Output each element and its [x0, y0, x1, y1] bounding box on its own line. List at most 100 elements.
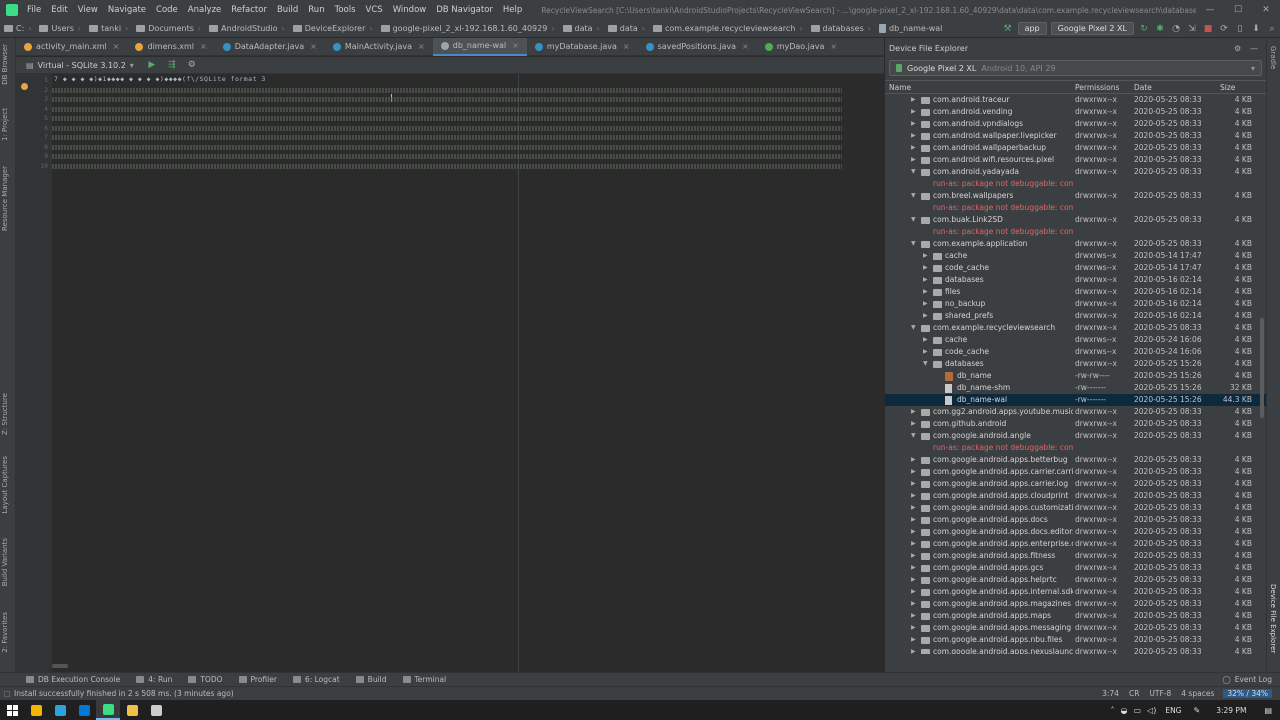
file-row[interactable]: ▶ com.google.android.apps.nbu.files drwxrw… [885, 634, 1266, 646]
breadcrumb-item[interactable]: google-pixel_2_xl-192.168.1.60_40929 › [377, 24, 559, 33]
tab-db-name-wal[interactable]: db_name-wal × [432, 37, 527, 56]
breadcrumb-item[interactable]: com.example.recycleviewsearch › [649, 24, 807, 33]
chevron-down-icon[interactable]: ▼ [911, 432, 916, 439]
file-row[interactable]: ▶ com.google.android.apps.internal.sdkext… [885, 586, 1266, 598]
file-row[interactable]: ▶ com.google.android.apps.maps drwxrwx--x 2… [885, 610, 1266, 622]
battery-icon[interactable]: ▭ [1130, 706, 1144, 715]
tool-window-db-execution-console[interactable]: DB Execution Console [18, 675, 128, 684]
chevron-right-icon[interactable]: ▶ [911, 408, 916, 415]
close-icon[interactable]: × [512, 41, 519, 50]
error-row[interactable]: run-as: package not debuggable: com.g [885, 442, 1266, 454]
debug-icon[interactable]: ✱ [1152, 22, 1168, 36]
chevron-down-icon[interactable]: ▼ [911, 324, 916, 331]
menu-build[interactable]: Build [272, 5, 303, 15]
close-icon[interactable]: × [418, 42, 425, 51]
tool-window-todo[interactable]: TODO [180, 675, 230, 684]
menu-refactor[interactable]: Refactor [226, 5, 272, 15]
maximize-button[interactable]: ☐ [1224, 5, 1252, 15]
chevron-right-icon[interactable]: ▶ [911, 612, 916, 619]
file-row[interactable]: ▶ shared_prefs drwxrwx--x 2020-05-16 02:14 4… [885, 310, 1266, 322]
breadcrumb-item[interactable]: databases › [807, 24, 875, 33]
connection-select[interactable]: ▤ Virtual - SQLite 3.10.2 ▾ [22, 61, 138, 70]
file-row[interactable]: ▶ cache drwxrws--x 2020-05-14 17:47 4 KB [885, 250, 1266, 262]
explain-plan-icon[interactable]: ⚙ [184, 58, 200, 72]
tab-mainactivity-java[interactable]: MainActivity.java × [325, 38, 433, 56]
column-date[interactable]: Date [1134, 83, 1152, 92]
editor-area[interactable]: 1 2 3 4 5 6 7 8 9 10 7 ◆ ◆ ◆ ◆)◆1◆◆◆◆ ◆ ◆ ◆ ◆)◆◆◆… [16, 74, 884, 672]
file-row[interactable]: ▶ com.google.android.apps.betterbug drwxrw… [885, 454, 1266, 466]
chevron-right-icon[interactable]: ▶ [923, 300, 928, 307]
taskbar-app[interactable] [120, 700, 144, 720]
chevron-right-icon[interactable]: ▶ [923, 348, 928, 355]
file-row[interactable]: ▼ com.example.recycleviewsearch drwxrwx--x… [885, 322, 1266, 334]
chevron-right-icon[interactable]: ▶ [911, 540, 916, 547]
file-row[interactable]: ▶ com.google.android.apps.cloudprint drwxr… [885, 490, 1266, 502]
breadcrumb-item[interactable]: Users › [35, 24, 85, 33]
language-indicator[interactable]: ENG [1159, 706, 1187, 715]
file-row[interactable]: ▶ com.android.wallpaper.livepicker drwxrwx… [885, 130, 1266, 142]
file-row[interactable]: ▶ com.android.traceur drwxrwx--x 2020-05-25… [885, 94, 1266, 106]
file-encoding[interactable]: UTF-8 [1144, 689, 1176, 698]
indent-setting[interactable]: 4 spaces [1176, 689, 1219, 698]
file-row[interactable]: ▶ databases drwxrwx--x 2020-05-16 02:14 4 KB [885, 274, 1266, 286]
breadcrumb-item[interactable]: Documents › [132, 24, 205, 33]
menu-window[interactable]: Window [388, 5, 432, 15]
file-row[interactable]: ▶ com.google.android.apps.nexuslauncher dr… [885, 646, 1266, 654]
breadcrumb-item[interactable]: AndroidStudio › [205, 24, 289, 33]
breadcrumb-item[interactable]: tanki › [85, 24, 132, 33]
avd-manager-icon[interactable]: ▯ [1232, 22, 1248, 36]
tool-window-profiler[interactable]: Profiler [231, 675, 285, 684]
column-size[interactable]: Size [1220, 83, 1235, 92]
start-button[interactable] [0, 700, 24, 720]
chevron-right-icon[interactable]: ▶ [923, 264, 928, 271]
device-dropdown[interactable]: Google Pixel 2 XL Android 10, API 29 ▾ [889, 60, 1262, 76]
chevron-right-icon[interactable]: ▶ [911, 516, 916, 523]
chevron-right-icon[interactable]: ▶ [911, 624, 916, 631]
stop-icon[interactable]: ■ [1200, 22, 1216, 36]
status-panel-icon[interactable]: ▢ [0, 689, 14, 698]
menu-analyze[interactable]: Analyze [183, 5, 227, 15]
file-row[interactable]: ▶ com.google.android.apps.gcs drwxrwx--x 20… [885, 562, 1266, 574]
horizontal-scrollbar[interactable] [52, 664, 68, 668]
network-icon[interactable]: ◒ [1118, 706, 1131, 715]
file-row[interactable]: db_name-shm -rw------- 2020-05-25 15:26 32 … [885, 382, 1266, 394]
tool-window-build[interactable]: Build [348, 675, 395, 684]
file-row[interactable]: ▼ com.breel.wallpapers drwxrwx--x 2020-05-2… [885, 190, 1266, 202]
tool-window-6-logcat[interactable]: 6: Logcat [285, 675, 348, 684]
chevron-right-icon[interactable]: ▶ [911, 468, 916, 475]
memory-indicator[interactable]: 32% / 34% [1223, 689, 1272, 698]
file-row[interactable]: ▶ com.google.android.apps.docs drwxrwx--x 2… [885, 514, 1266, 526]
file-row[interactable]: ▶ com.android.vending drwxrwx--x 2020-05-25… [885, 106, 1266, 118]
file-row[interactable]: ▶ cache drwxrws--x 2020-05-24 16:06 4 KB [885, 334, 1266, 346]
explorer-scrollbar[interactable] [1260, 318, 1264, 418]
sync-gradle-icon[interactable]: ⟳ [1216, 22, 1232, 36]
file-row[interactable]: ▼ com.example.application drwxrwx--x 2020-0… [885, 238, 1266, 250]
breadcrumb-item[interactable]: data › [604, 24, 649, 33]
file-row[interactable]: ▶ code_cache drwxrws--x 2020-05-14 17:47 4 K… [885, 262, 1266, 274]
chevron-right-icon[interactable]: ▶ [911, 552, 916, 559]
chevron-right-icon[interactable]: ▶ [911, 108, 916, 115]
chevron-right-icon[interactable]: ▶ [911, 504, 916, 511]
file-row[interactable]: ▶ com.google.android.apps.carrier.carrier… [885, 466, 1266, 478]
file-row[interactable]: ▼ com.buak.Link2SD drwxrwx--x 2020-05-25 08… [885, 214, 1266, 226]
chevron-down-icon[interactable]: ▼ [911, 168, 916, 175]
tool-tab-favorites[interactable]: 2: Favorites [1, 612, 9, 653]
chevron-right-icon[interactable]: ▶ [923, 312, 928, 319]
file-row[interactable]: ▼ com.android.yadayada drwxrwx--x 2020-05-2… [885, 166, 1266, 178]
menu-run[interactable]: Run [303, 5, 329, 15]
file-row[interactable]: ▶ no_backup drwxrwx--x 2020-05-16 02:14 4 KB [885, 298, 1266, 310]
line-separator[interactable]: CR [1124, 689, 1144, 698]
hammer-icon[interactable]: ⚒ [1000, 22, 1016, 36]
chevron-right-icon[interactable]: ▶ [911, 588, 916, 595]
taskbar-app[interactable] [24, 700, 48, 720]
tool-tab-build-variants[interactable]: Build Variants [1, 538, 9, 586]
breadcrumb-item[interactable]: DeviceExplorer › [289, 24, 377, 33]
chevron-right-icon[interactable]: ▶ [923, 252, 928, 259]
chevron-right-icon[interactable]: ▶ [911, 96, 916, 103]
file-row[interactable]: ▼ databases drwxrwx--x 2020-05-25 15:26 4 KB [885, 358, 1266, 370]
chevron-right-icon[interactable]: ▶ [911, 648, 916, 654]
close-icon[interactable]: × [742, 42, 749, 51]
device-select[interactable]: Google Pixel 2 XL [1050, 22, 1134, 35]
chevron-down-icon[interactable]: ▼ [911, 216, 916, 223]
close-icon[interactable]: × [623, 42, 630, 51]
